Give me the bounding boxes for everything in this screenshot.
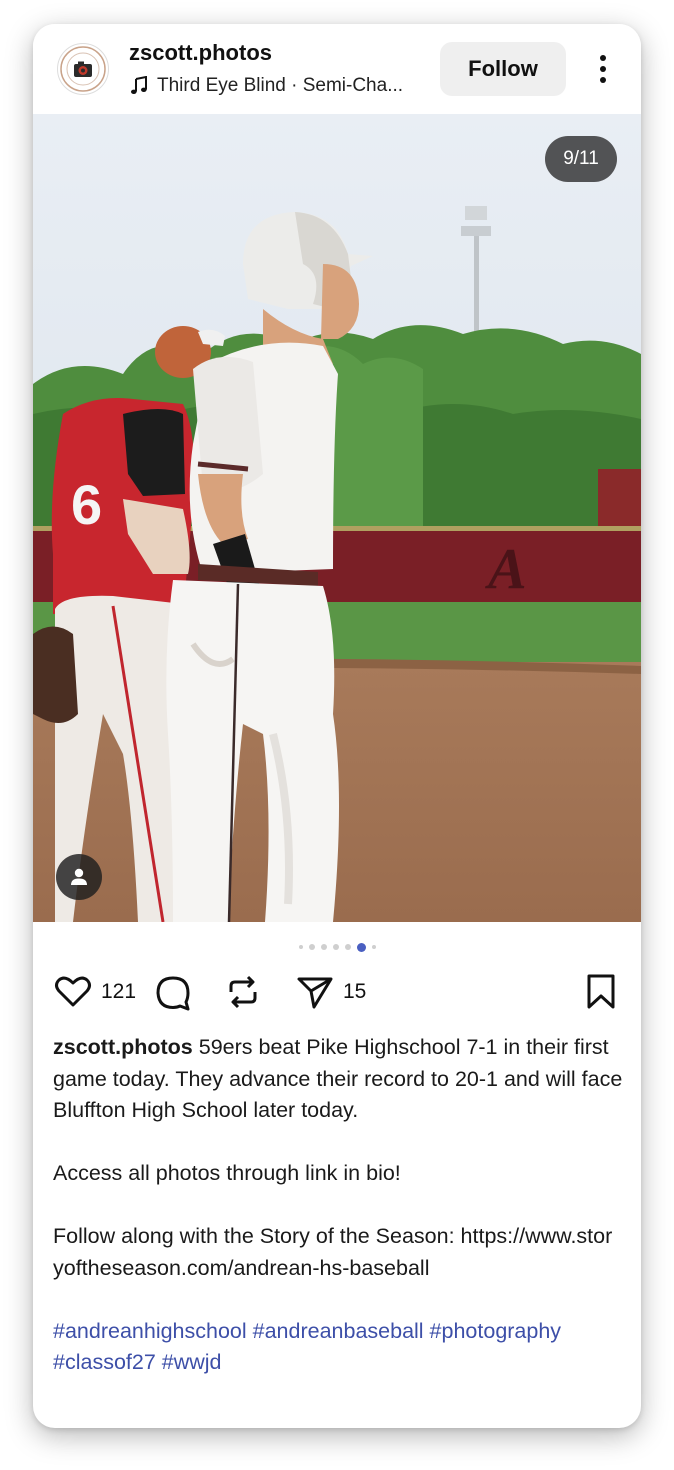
share-action[interactable]: 15 xyxy=(295,972,366,1012)
camera-logo-icon xyxy=(60,46,106,92)
image-counter: 9/11 xyxy=(545,136,617,182)
caption-bio-link-text: Access all photos through link in bio! xyxy=(53,1161,401,1185)
save-action[interactable] xyxy=(581,972,621,1012)
tagged-people-button[interactable] xyxy=(56,854,102,900)
comment-action[interactable] xyxy=(153,972,193,1012)
repost-icon[interactable] xyxy=(223,972,263,1012)
follow-button[interactable]: Follow xyxy=(440,42,566,96)
carousel-dot xyxy=(371,945,376,949)
action-bar: 121 15 xyxy=(53,972,623,1022)
post-card: zscott.photos Third Eye Blind · Semi-Cha… xyxy=(33,24,641,1428)
person-tag-icon xyxy=(71,868,87,885)
carousel-indicator xyxy=(33,940,641,954)
share-count: 15 xyxy=(343,980,367,1003)
carousel-dot xyxy=(332,944,339,950)
avatar[interactable] xyxy=(57,43,109,95)
post-username[interactable]: zscott.photos xyxy=(129,40,272,66)
carousel-dot xyxy=(308,944,315,950)
like-action[interactable]: 121 xyxy=(53,972,136,1012)
music-track[interactable]: Third Eye Blind · Semi-Cha... xyxy=(129,75,429,97)
post-photo[interactable]: A 6 9/11 xyxy=(33,114,641,922)
caption-story-link[interactable]: Follow along with the Story of the Seaso… xyxy=(53,1221,623,1284)
repost-action[interactable] xyxy=(223,972,263,1012)
bookmark-icon[interactable] xyxy=(581,972,621,1012)
caption-hashtags[interactable]: #andreanhighschool #andreanbaseball #pho… xyxy=(53,1316,623,1379)
fence-logo: A xyxy=(485,536,527,601)
caption-username[interactable]: zscott.photos xyxy=(53,1035,193,1059)
post-caption: zscott.photos 59ers beat Pike Highschool… xyxy=(53,1032,623,1379)
carousel-dot xyxy=(356,942,366,952)
music-track-label: Third Eye Blind · Semi-Cha... xyxy=(157,75,404,96)
post-header: zscott.photos Third Eye Blind · Semi-Cha… xyxy=(33,24,641,114)
comment-icon[interactable] xyxy=(153,972,193,1012)
carousel-dot xyxy=(298,945,303,949)
carousel-dot xyxy=(320,944,327,950)
carousel-dot xyxy=(344,944,351,950)
more-vertical-icon[interactable] xyxy=(589,52,617,86)
music-note-icon xyxy=(131,76,147,94)
like-count: 121 xyxy=(101,980,137,1003)
baseball-photo: A 6 xyxy=(33,114,641,922)
jersey-number: 6 xyxy=(71,473,102,536)
send-icon[interactable] xyxy=(295,972,335,1012)
heart-icon[interactable] xyxy=(53,972,93,1012)
